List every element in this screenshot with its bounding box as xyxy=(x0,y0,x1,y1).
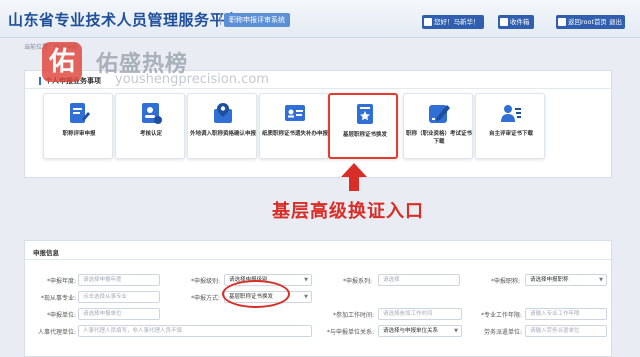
user-icon xyxy=(424,18,432,26)
label-title: *申报职称: xyxy=(490,278,520,285)
label-unit-relation: *与申报单位关系: xyxy=(326,329,374,336)
title-divider xyxy=(220,13,221,25)
label-agency: 人事代理单位: xyxy=(37,329,76,336)
label-method: *申报方式: xyxy=(190,295,220,302)
annotation-arrow-up-icon xyxy=(341,163,367,191)
form-edit-icon xyxy=(70,103,90,123)
label-work-years: *专业工作年限: xyxy=(480,312,522,319)
tile-label: 基层职称证书换发 xyxy=(342,132,387,138)
site-title: 山东省专业技术人员管理服务平台 xyxy=(8,11,241,29)
chevron-down-icon: ▼ xyxy=(304,294,308,300)
label-series: *申报系列: xyxy=(342,278,372,285)
label-work-start: *参加工作时间: xyxy=(332,312,374,319)
tile-label: 职称（职业资格）考试证书下载 xyxy=(406,131,473,145)
person-check-icon xyxy=(142,103,162,124)
pen-edit-icon xyxy=(429,105,450,123)
work-start-input[interactable]: 请选择参加工作时间 xyxy=(378,308,462,320)
business-card: 个人申报业务事项 职称评审申报 考核认定 外地调入职称资格确认申报 xyxy=(24,70,612,178)
tile-transfer-confirm[interactable]: 外地调入职称资格确认申报 xyxy=(187,93,257,159)
unit-input[interactable]: 请选择申报单位 xyxy=(78,308,160,320)
unit-relation-select[interactable]: 请选择与申报单位关系 ▼ xyxy=(378,325,462,337)
title-select[interactable]: 请选择申报职称 ▼ xyxy=(525,274,607,286)
exit-button[interactable]: 退出 xyxy=(606,15,625,29)
chevron-down-icon: ▼ xyxy=(599,277,603,283)
title-select-value: 请选择申报职称 xyxy=(530,277,569,283)
work-years-input[interactable]: 请输入专业工作年限 xyxy=(525,308,607,320)
location-doc-icon xyxy=(214,103,232,123)
mail-icon xyxy=(500,18,508,26)
tile-label: 职称评审申报 xyxy=(62,131,96,137)
form-divider xyxy=(25,259,611,260)
tile-exam-certificate-download[interactable]: 职称（职业资格）考试证书下载 xyxy=(403,93,473,159)
label-major: *现从事专业: xyxy=(40,295,76,302)
dispatch-input[interactable]: 请输入劳务派遣单位 xyxy=(525,325,607,337)
home-icon xyxy=(558,18,566,26)
tile-self-review-certificate-download[interactable]: 自主评审证书下载 xyxy=(475,93,545,159)
watermark-logo: 佑 xyxy=(42,42,82,82)
chevron-down-icon: ▼ xyxy=(304,277,308,283)
unit-relation-select-value: 请选择与申报单位关系 xyxy=(383,328,439,334)
label-dispatch: 劳务派遣单位: xyxy=(483,329,522,336)
inbox-button[interactable]: 收件箱 xyxy=(498,15,534,29)
user-button-label: 您好！马新华！ xyxy=(434,18,480,26)
label-level: *申报级别: xyxy=(190,278,220,285)
label-year: *申报年度: xyxy=(46,278,76,285)
tile-label: 自主评审证书下载 xyxy=(488,131,533,137)
label-unit: *申报单位: xyxy=(46,312,76,319)
major-input[interactable]: 点击选择从事专业 xyxy=(78,291,160,303)
tile-label: 外地调入职称资格确认申报 xyxy=(190,131,257,137)
top-bar: 山东省专业技术人员管理服务平台 职称申报评审系统 您好！马新华！ 收件箱 返回r… xyxy=(0,0,640,38)
chevron-down-icon: ▼ xyxy=(454,328,458,334)
year-input[interactable]: 请选择申报年度 xyxy=(78,274,160,286)
series-input[interactable]: 请选择 xyxy=(378,274,460,286)
annotation-text: 基层高级换证入口 xyxy=(272,201,424,222)
home-button[interactable]: 返回root首页 xyxy=(556,15,612,29)
tile-lost-certificate[interactable]: 纸质职称证书遗失补办申报 xyxy=(259,93,329,159)
home-button-label: 返回root首页 xyxy=(568,18,608,26)
tile-label: 考核认定 xyxy=(139,131,162,137)
id-card-icon xyxy=(285,105,305,121)
certificate-star-icon xyxy=(357,104,373,124)
user-button[interactable]: 您好！马新华！ xyxy=(422,15,484,29)
tile-assessment[interactable]: 考核认定 xyxy=(115,93,185,159)
person-list-icon xyxy=(501,105,521,122)
system-badge: 职称申报评审系统 xyxy=(224,13,290,27)
tile-grassroots-certificate-renewal[interactable]: 基层职称证书换发 xyxy=(328,93,398,159)
tile-label: 纸质职称证书遗失补办申报 xyxy=(262,131,329,137)
watermark-url: youshengprecision.com xyxy=(115,72,269,87)
form-title: 申报信息 xyxy=(33,249,59,257)
tile-title-review[interactable]: 职称评审申报 xyxy=(43,93,113,159)
annotation-circle xyxy=(222,280,290,308)
inbox-button-label: 收件箱 xyxy=(510,18,530,26)
agency-input[interactable]: 人事代理人员填写，非人事代理人员不填 xyxy=(78,325,312,337)
